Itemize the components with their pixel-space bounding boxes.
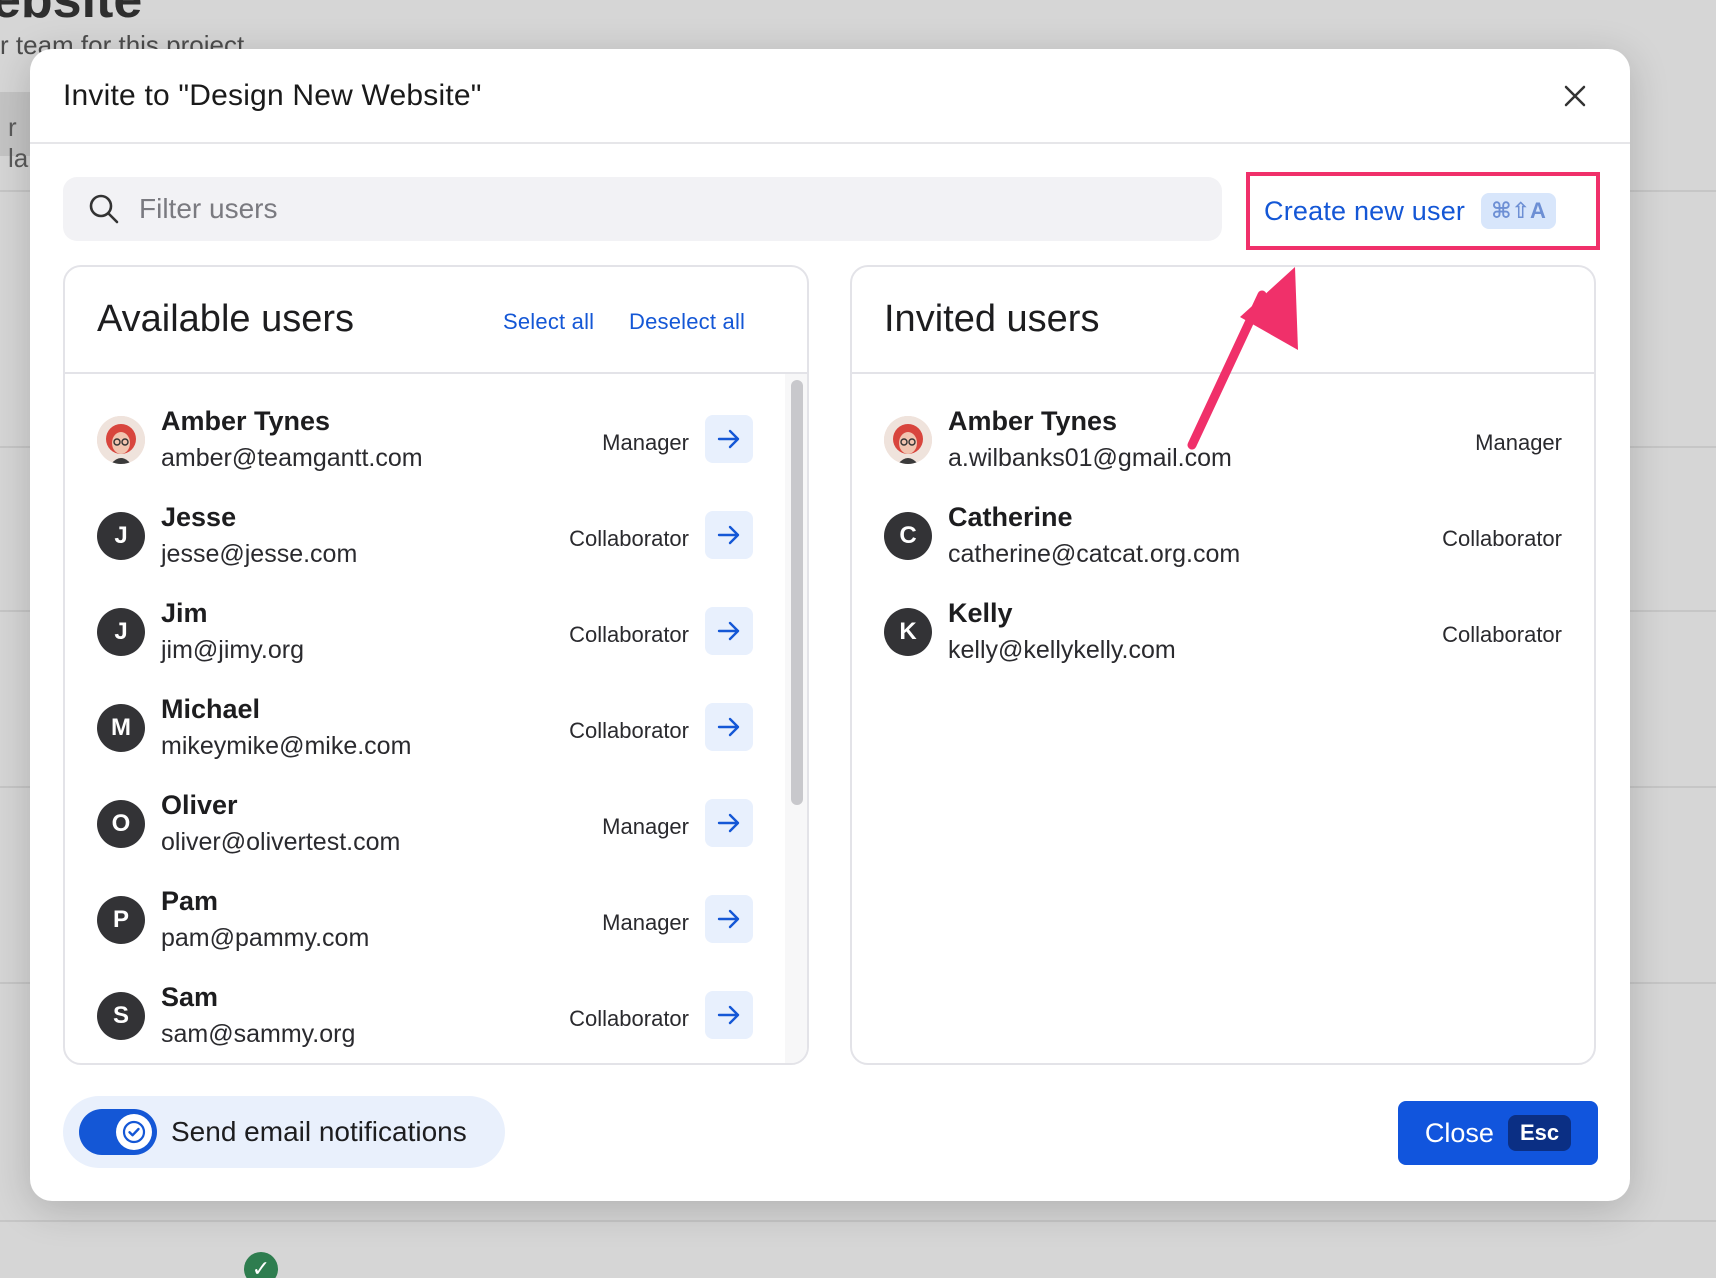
user-row[interactable]: S Sam sam@sammy.org Collaborator xyxy=(65,968,807,1063)
close-x-icon[interactable] xyxy=(1558,79,1592,113)
user-email: jim@jimy.org xyxy=(161,636,304,664)
available-users-header: Available users Select all Deselect all xyxy=(65,267,807,374)
avatar-photo xyxy=(884,416,932,464)
shortcut-chip: ⌘⇧A xyxy=(1481,193,1556,229)
select-all-link[interactable]: Select all xyxy=(503,309,594,335)
avatar-initial: K xyxy=(884,608,932,656)
user-name: Oliver xyxy=(161,790,238,820)
avatar-initial: J xyxy=(97,512,145,560)
invite-modal: Invite to "Design New Website" Create ne… xyxy=(30,49,1630,1201)
user-name: Sam xyxy=(161,982,219,1012)
background-title: ebsite xyxy=(0,0,143,29)
create-user-highlight: Create new user ⌘⇧A xyxy=(1246,172,1600,250)
arrow-right-icon xyxy=(717,525,740,545)
check-icon xyxy=(116,1114,152,1150)
user-role: Collaborator xyxy=(569,622,689,647)
user-row[interactable]: Amber Tynes amber@teamgantt.com Manager xyxy=(65,392,807,488)
user-email: kelly@kellykelly.com xyxy=(948,636,1176,664)
avatar-initial: P xyxy=(97,896,145,944)
close-button-label: Close xyxy=(1424,1117,1494,1148)
available-users-list: Amber Tynes amber@teamgantt.com Manager J Je… xyxy=(65,374,807,1063)
modal-title: Invite to "Design New Website" xyxy=(63,78,482,112)
arrow-right-icon xyxy=(717,717,740,737)
user-name: Pam xyxy=(161,886,219,916)
user-row[interactable]: J Jesse jesse@jesse.com Collaborator xyxy=(65,488,807,584)
user-role: Manager xyxy=(1475,430,1562,455)
user-row[interactable]: K Kelly kelly@kellykelly.com Collaborator xyxy=(852,584,1594,680)
available-users-panel: Available users Select all Deselect all … xyxy=(63,265,809,1065)
avatar-initial: J xyxy=(97,608,145,656)
user-email: oliver@olivertest.com xyxy=(161,828,401,856)
arrow-right-icon xyxy=(717,909,740,929)
user-email: amber@teamgantt.com xyxy=(161,444,423,472)
check-icon: ✓ xyxy=(244,1252,278,1278)
invite-arrow-button[interactable] xyxy=(705,895,753,943)
arrow-right-icon xyxy=(717,621,740,641)
avatar-initial: O xyxy=(97,800,145,848)
invite-arrow-button[interactable] xyxy=(705,991,753,1039)
user-role: Manager xyxy=(602,910,689,935)
user-role: Collaborator xyxy=(1442,622,1562,647)
avatar-initial: C xyxy=(884,512,932,560)
user-row[interactable]: C Catherine catherine@catcat.org.com Collab… xyxy=(852,488,1594,584)
user-email: pam@pammy.com xyxy=(161,924,370,952)
invited-users-list: Amber Tynes a.wilbanks01@gmail.com Manager… xyxy=(852,374,1594,1063)
search-input[interactable] xyxy=(139,177,1039,241)
user-name: Amber Tynes xyxy=(161,406,331,436)
user-role: Collaborator xyxy=(569,1006,689,1031)
user-email: catherine@catcat.org.com xyxy=(948,540,1241,568)
user-row[interactable]: J Jim jim@jimy.org Collaborator xyxy=(65,584,807,680)
user-email: mikeymike@mike.com xyxy=(161,732,412,760)
invite-arrow-button[interactable] xyxy=(705,511,753,559)
invite-arrow-button[interactable] xyxy=(705,799,753,847)
user-name: Jim xyxy=(161,598,208,628)
invite-arrow-button[interactable] xyxy=(705,703,753,751)
user-role: Manager xyxy=(602,814,689,839)
deselect-all-link[interactable]: Deselect all xyxy=(629,309,745,335)
esc-shortcut-chip: Esc xyxy=(1507,1115,1572,1151)
available-users-title: Available users xyxy=(97,298,355,340)
user-role: Manager xyxy=(602,430,689,455)
user-row[interactable]: O Oliver oliver@olivertest.com Manager xyxy=(65,776,807,872)
user-name: Michael xyxy=(161,694,261,724)
user-row[interactable]: P Pam pam@pammy.com Manager xyxy=(65,872,807,968)
email-notifications-label: Send email notifications xyxy=(171,1116,467,1147)
email-notifications-toggle[interactable] xyxy=(79,1109,157,1155)
user-row[interactable]: M Michael mikeymike@mike.com Collaborator xyxy=(65,680,807,776)
arrow-right-icon xyxy=(717,1005,740,1025)
filter-users-field[interactable] xyxy=(63,177,1222,241)
avatar-photo xyxy=(97,416,145,464)
user-name: Jesse xyxy=(161,502,237,532)
search-icon xyxy=(89,194,119,224)
create-new-user-label: Create new user xyxy=(1264,195,1466,226)
user-name: Catherine xyxy=(948,502,1073,532)
modal-header: Invite to "Design New Website" xyxy=(30,49,1630,144)
arrow-right-icon xyxy=(717,813,740,833)
user-email: jesse@jesse.com xyxy=(161,540,358,568)
avatar-initial: S xyxy=(97,992,145,1040)
user-role: Collaborator xyxy=(569,526,689,551)
arrow-right-icon xyxy=(717,429,740,449)
invite-arrow-button[interactable] xyxy=(705,607,753,655)
avatar-initial: M xyxy=(97,704,145,752)
user-email: sam@sammy.org xyxy=(161,1020,356,1048)
email-notifications-toggle-row[interactable]: Send email notifications xyxy=(63,1096,505,1168)
user-role: Collaborator xyxy=(1442,526,1562,551)
invite-arrow-button[interactable] xyxy=(705,415,753,463)
user-name: Amber Tynes xyxy=(948,406,1118,436)
annotation-arrow-icon xyxy=(1187,267,1298,450)
background-divider xyxy=(0,1220,1716,1222)
close-button[interactable]: Close Esc xyxy=(1398,1101,1598,1165)
user-role: Collaborator xyxy=(569,718,689,743)
invited-users-title: Invited users xyxy=(884,298,1100,340)
create-new-user-button[interactable]: Create new user ⌘⇧A xyxy=(1264,193,1556,229)
user-name: Kelly xyxy=(948,598,1013,628)
